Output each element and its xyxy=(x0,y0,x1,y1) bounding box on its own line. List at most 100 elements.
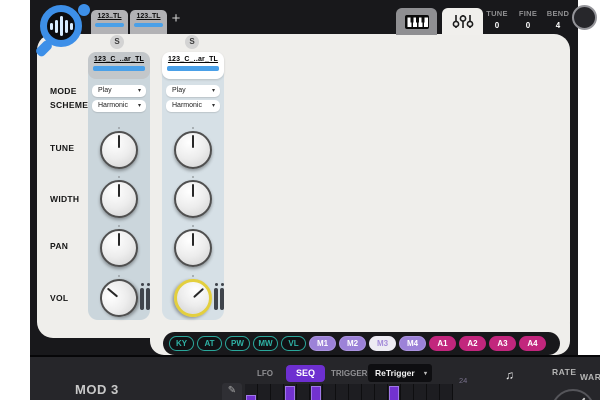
tune-row-label: TUNE xyxy=(50,143,75,153)
mode-row-label: MODE xyxy=(50,86,77,96)
seq-step[interactable] xyxy=(336,384,349,400)
pan-row-label: PAN xyxy=(50,241,69,251)
mod-source-m2[interactable]: M2 xyxy=(339,336,366,351)
chevron-down-icon: ▾ xyxy=(211,103,215,109)
app-logo xyxy=(34,2,92,59)
preset-tab-1[interactable]: 123..TL xyxy=(91,10,128,34)
preset-tab-label: 123..TL xyxy=(97,13,122,20)
seq-step[interactable] xyxy=(271,384,284,400)
tune-knob-strip-2[interactable] xyxy=(174,127,212,169)
trigger-label: TRIGGER xyxy=(331,369,368,378)
tune-label: TUNE xyxy=(486,9,508,18)
mod-section-title: MOD 3 xyxy=(75,382,119,397)
scheme-value: Harmonic xyxy=(172,102,202,109)
mod-source-a3[interactable]: A3 xyxy=(489,336,516,351)
sample-accent-bar xyxy=(93,66,145,71)
sample-header-strip-1[interactable]: 123_C_..ar_TL xyxy=(88,52,150,79)
seq-step[interactable] xyxy=(362,384,375,400)
preset-tab-2[interactable]: 123..TL xyxy=(130,10,167,34)
scheme-row-label: SCHEME xyxy=(50,100,89,110)
mixer-view-button[interactable] xyxy=(442,8,483,35)
sliders-icon xyxy=(452,15,473,28)
mode-value: Play xyxy=(98,87,112,94)
vol-row-label: VOL xyxy=(50,293,69,303)
mod-source-a1[interactable]: A1 xyxy=(429,336,456,351)
solo-button-strip-2[interactable]: S xyxy=(185,35,199,49)
add-tab-button[interactable]: + xyxy=(168,10,184,28)
chevron-down-icon: ▾ xyxy=(423,371,427,377)
mod-source-vl[interactable]: VL xyxy=(281,336,306,351)
pan-knob-strip-1[interactable] xyxy=(100,225,138,267)
scheme-value: Harmonic xyxy=(98,102,128,109)
global-tune[interactable]: TUNE 0 xyxy=(482,9,512,30)
preset-tab-label: 123..TL xyxy=(136,13,161,20)
tune-value: 0 xyxy=(494,21,500,30)
chevron-down-icon: ▾ xyxy=(211,88,215,94)
sample-header-strip-2[interactable]: 123_C_..ar_TL xyxy=(162,52,224,79)
seq-step[interactable] xyxy=(310,384,323,400)
mod-source-a2[interactable]: A2 xyxy=(459,336,486,351)
bend-label: BEND xyxy=(546,9,570,18)
seq-step[interactable] xyxy=(388,384,401,400)
mode-value: Play xyxy=(172,87,186,94)
warp-label: WARP xyxy=(580,372,600,382)
seq-step[interactable] xyxy=(284,384,297,400)
seq-step[interactable] xyxy=(375,384,388,400)
seq-step[interactable] xyxy=(297,384,310,400)
tab-accent-bar xyxy=(134,23,163,27)
width-knob-strip-1[interactable] xyxy=(100,176,138,218)
tempo-sync-note-icon[interactable]: ♫ xyxy=(505,368,514,382)
chevron-down-icon: ▾ xyxy=(137,88,141,94)
keyboard-view-button[interactable] xyxy=(396,8,437,35)
width-knob-strip-2[interactable] xyxy=(174,176,212,218)
scheme-dropdown-strip-2[interactable]: Harmonic ▾ xyxy=(166,100,220,112)
bend-value: 4 xyxy=(555,21,561,30)
level-meter-strip-1 xyxy=(140,283,150,310)
mod-source-mw[interactable]: MW xyxy=(253,336,278,351)
fine-label: FINE xyxy=(518,9,538,18)
seq-step[interactable] xyxy=(440,384,453,400)
lfo-tab[interactable]: LFO xyxy=(257,369,273,378)
global-fine[interactable]: FINE 0 xyxy=(513,9,543,30)
level-meter-strip-2 xyxy=(214,283,224,310)
steps-count: 24 xyxy=(459,376,468,385)
seq-step[interactable] xyxy=(401,384,414,400)
logo-dot xyxy=(78,4,90,16)
mod-source-at[interactable]: AT xyxy=(197,336,222,351)
seq-step[interactable] xyxy=(245,384,258,400)
mod-source-ky[interactable]: KY xyxy=(169,336,194,351)
tune-knob-strip-1[interactable] xyxy=(100,127,138,169)
mod-source-m3-active[interactable]: M3 xyxy=(369,336,396,351)
rate-label: RATE xyxy=(552,367,577,377)
mode-dropdown-strip-1[interactable]: Play ▾ xyxy=(92,85,146,97)
trigger-mode-value: ReTrigger xyxy=(375,368,415,378)
mod-source-m4[interactable]: M4 xyxy=(399,336,426,351)
vol-knob-strip-2[interactable] xyxy=(166,271,220,325)
mod-source-pw[interactable]: PW xyxy=(225,336,250,351)
global-bend[interactable]: BEND 4 xyxy=(543,9,573,30)
header-edge-knob[interactable] xyxy=(572,5,597,30)
mod-source-a4[interactable]: A4 xyxy=(519,336,546,351)
trigger-mode-dropdown[interactable]: ReTrigger ▾ xyxy=(368,364,432,382)
seq-step[interactable] xyxy=(323,384,336,400)
width-row-label: WIDTH xyxy=(50,194,80,204)
seq-step[interactable] xyxy=(427,384,440,400)
chevron-down-icon: ▾ xyxy=(137,103,141,109)
seq-step[interactable] xyxy=(414,384,427,400)
scheme-dropdown-strip-1[interactable]: Harmonic ▾ xyxy=(92,100,146,112)
seq-step[interactable] xyxy=(349,384,362,400)
waveform-magnifier-icon xyxy=(40,5,82,47)
seq-tab-active[interactable]: SEQ xyxy=(286,365,325,382)
pan-knob-strip-2[interactable] xyxy=(174,225,212,267)
sample-name: 123_C_..ar_TL xyxy=(93,56,145,63)
mode-dropdown-strip-2[interactable]: Play ▾ xyxy=(166,85,220,97)
edit-pencil-icon[interactable]: ✎ xyxy=(222,383,242,400)
vol-knob-strip-1[interactable] xyxy=(92,271,146,325)
step-sequencer xyxy=(245,384,453,400)
piano-keys-icon xyxy=(404,14,429,29)
fine-value: 0 xyxy=(525,21,531,30)
plugin-window: 123..TL 123..TL + TUNE 0 FINE 0 BEND 4 M… xyxy=(0,0,600,400)
seq-step[interactable] xyxy=(258,384,271,400)
mod-source-m1[interactable]: M1 xyxy=(309,336,336,351)
solo-button-strip-1[interactable]: S xyxy=(110,35,124,49)
